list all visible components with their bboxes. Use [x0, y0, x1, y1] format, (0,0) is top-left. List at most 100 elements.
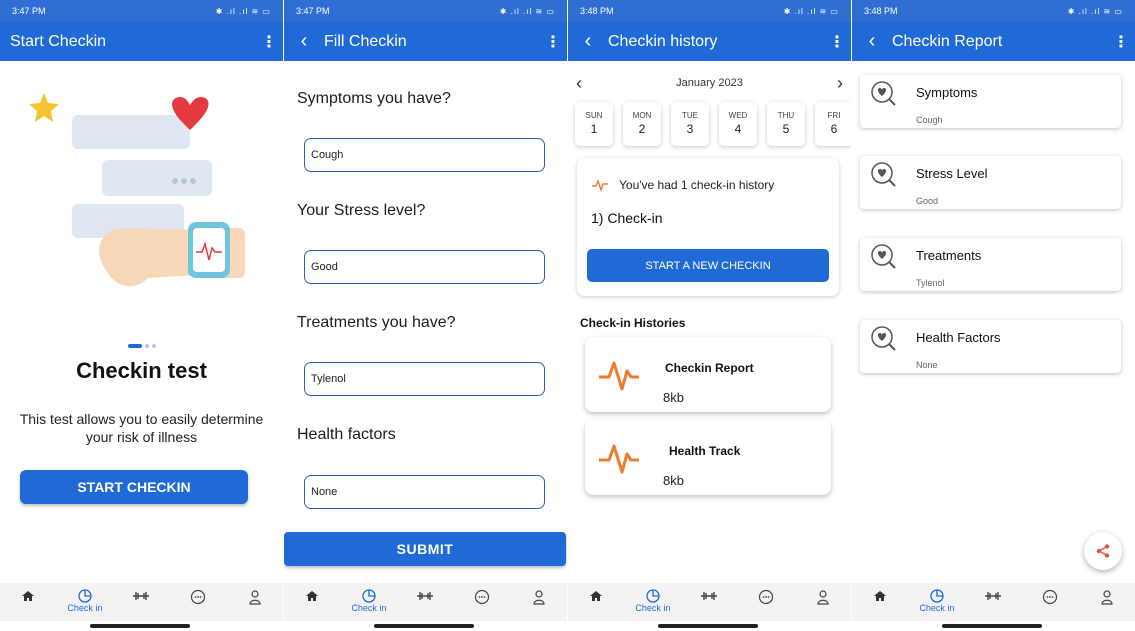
section-title: Check-in Histories [580, 316, 686, 330]
calendar-day[interactable]: TUE 3 [671, 102, 709, 146]
calendar-header: ‹ January 2023 › [568, 70, 851, 96]
health-factors-label: Health factors [297, 426, 396, 443]
nav-home[interactable] [852, 583, 909, 603]
page-title: Start Checkin [10, 32, 107, 50]
symptoms-label: Symptoms you have? [297, 90, 451, 107]
pulse-icon [599, 361, 639, 391]
heart-search-icon [871, 326, 896, 351]
nav-profile[interactable] [226, 583, 283, 605]
bottom-nav: Check in [0, 583, 283, 621]
fitness-icon [417, 592, 434, 600]
report-card[interactable]: Health Track 8kb [585, 420, 831, 495]
page-title: Checkin history [608, 32, 718, 50]
calendar-month: January 2023 [676, 77, 743, 89]
status-time: 3:47 PM [296, 6, 330, 16]
start-checkin-button[interactable]: START CHECKIN [20, 470, 248, 504]
chat-icon [1042, 589, 1058, 605]
nav-checkin[interactable]: Check in [341, 583, 398, 613]
start-checkin-screen: 3:47 PM ✱ .ıl .ıl ≋ ▭ Start Checkin ⋮ Ch… [0, 0, 283, 631]
nav-checkin-label: Check in [67, 603, 103, 613]
more-options-icon[interactable]: ⋮ [255, 32, 283, 52]
app-bar: ‹ Fill Checkin ⋮ [284, 22, 567, 61]
prev-month-icon[interactable]: ‹ [568, 73, 590, 94]
report-item-title: Symptoms [916, 85, 978, 100]
nav-checkin[interactable]: Check in [909, 583, 966, 613]
nav-checkin[interactable]: Check in [57, 583, 114, 613]
report-item-title: Stress Level [916, 166, 988, 181]
report-item-stress[interactable]: Stress Level Good [860, 156, 1121, 209]
nav-chat[interactable] [454, 583, 511, 605]
home-indicator [90, 624, 190, 628]
back-arrow-icon[interactable]: ‹ [284, 22, 324, 61]
nav-fitness[interactable] [681, 583, 738, 603]
more-options-icon[interactable]: ⋮ [823, 32, 851, 52]
next-month-icon[interactable]: › [829, 73, 851, 94]
history-summary-text: You've had 1 check-in history [619, 178, 775, 192]
fitness-icon [985, 592, 1002, 600]
more-options-icon[interactable]: ⋮ [539, 32, 567, 52]
heart-search-icon [871, 162, 896, 187]
calendar-day[interactable]: SUN 1 [575, 102, 613, 146]
home-indicator [942, 624, 1042, 628]
nav-chat[interactable] [170, 583, 227, 605]
back-arrow-icon[interactable]: ‹ [568, 22, 608, 61]
bottom-nav: Check in [284, 583, 567, 621]
back-arrow-icon[interactable]: ‹ [852, 22, 892, 61]
nav-fitness[interactable] [113, 583, 170, 603]
stress-input[interactable]: Good [304, 250, 545, 284]
profile-icon [533, 590, 545, 605]
status-icons: ✱ .ıl .ıl ≋ ▭ [1067, 6, 1123, 16]
report-title: Checkin Report [665, 361, 754, 375]
nav-chat[interactable] [738, 583, 795, 605]
nav-chat[interactable] [1022, 583, 1079, 605]
status-time: 3:47 PM [12, 6, 46, 16]
report-card[interactable]: Checkin Report 8kb [585, 337, 831, 412]
calendar-day[interactable]: THU 5 [767, 102, 805, 146]
share-button[interactable] [1084, 532, 1122, 570]
nav-home[interactable] [568, 583, 625, 603]
calendar-day[interactable]: MON 2 [623, 102, 661, 146]
health-factors-input[interactable]: None [304, 475, 545, 509]
calendar-day[interactable]: FRI 6 [815, 102, 851, 146]
chat-icon [474, 589, 490, 605]
page-title: Checkin Report [892, 32, 1003, 50]
status-bar: 3:47 PM ✱ .ıl .ıl ≋ ▭ [0, 0, 283, 22]
nav-home[interactable] [284, 583, 341, 603]
calendar-day[interactable]: WED 4 [719, 102, 757, 146]
home-icon [22, 591, 35, 601]
home-indicator [374, 624, 474, 628]
chat-icon [758, 589, 774, 605]
nav-profile[interactable] [794, 583, 851, 605]
status-time: 3:48 PM [580, 6, 614, 16]
report-item-value: Good [916, 196, 939, 206]
history-item[interactable]: 1) Check-in [591, 210, 663, 226]
checkin-icon [646, 589, 660, 603]
symptoms-input[interactable]: Cough [304, 138, 545, 172]
checkin-history-screen: 3:48 PM ✱ .ıl .ıl ≋ ▭ ‹ Checkin history … [568, 0, 851, 631]
nav-profile[interactable] [1078, 583, 1135, 605]
nav-checkin-label: Check in [919, 603, 955, 613]
pulse-icon [599, 444, 639, 474]
start-new-checkin-button[interactable]: START A NEW CHECKIN [587, 249, 829, 282]
app-bar: ‹ Checkin history ⋮ [568, 22, 851, 61]
report-item-treatments[interactable]: Treatments Tylenol [860, 238, 1121, 291]
heart-search-icon [871, 81, 896, 106]
treatments-input[interactable]: Tylenol [304, 362, 545, 396]
report-item-health-factors[interactable]: Health Factors None [860, 320, 1121, 373]
status-bar: 3:47 PM ✱ .ıl .ıl ≋ ▭ [284, 0, 567, 22]
treatments-label: Treatments you have? [297, 314, 456, 331]
submit-button[interactable]: SUBMIT [284, 532, 566, 566]
nav-home[interactable] [0, 583, 57, 603]
nav-fitness[interactable] [965, 583, 1022, 603]
profile-icon [249, 590, 261, 605]
status-time: 3:48 PM [864, 6, 898, 16]
report-item-symptoms[interactable]: Symptoms Cough [860, 75, 1121, 128]
nav-profile[interactable] [510, 583, 567, 605]
nav-checkin[interactable]: Check in [625, 583, 682, 613]
checkin-icon [362, 589, 376, 603]
more-options-icon[interactable]: ⋮ [1107, 32, 1135, 52]
profile-icon [817, 590, 829, 605]
nav-fitness[interactable] [397, 583, 454, 603]
checkin-description: This test allows you to easily determine… [19, 411, 264, 445]
checkin-illustration [29, 93, 245, 287]
